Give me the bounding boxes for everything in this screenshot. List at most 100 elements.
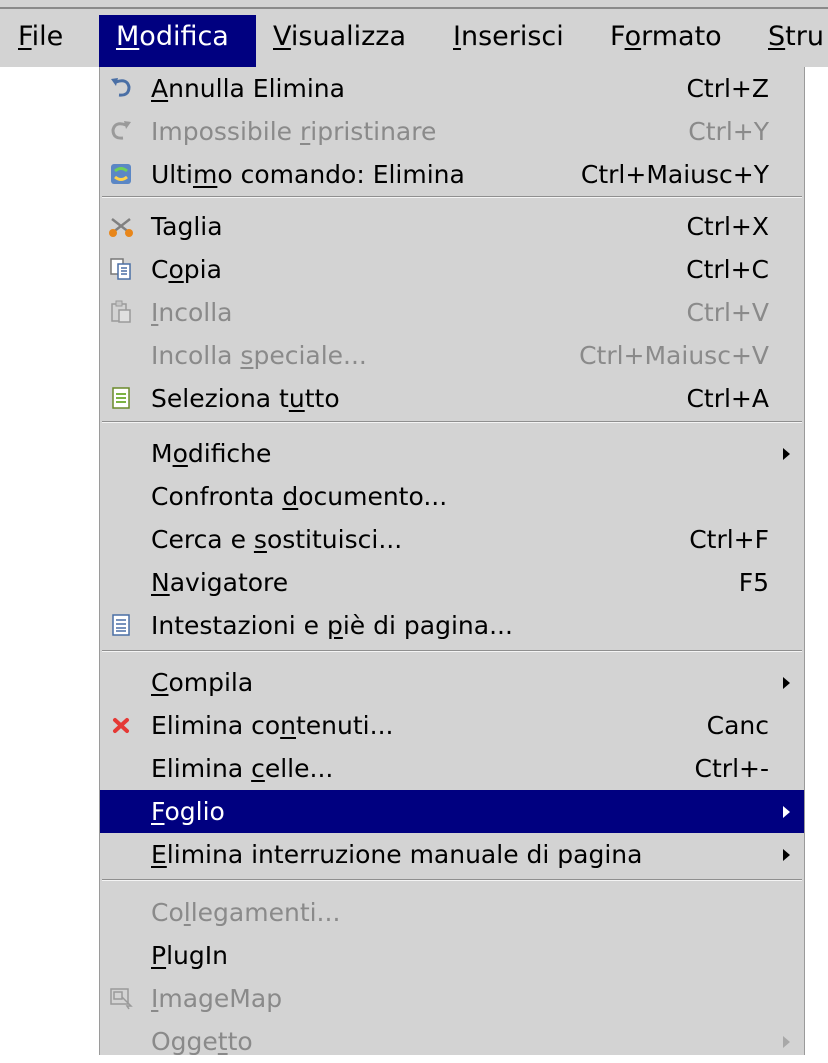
item-shortcut: Ctrl+X — [686, 212, 769, 241]
item-shortcut: Ctrl+Maiusc+V — [579, 341, 769, 370]
menu-separator — [102, 421, 802, 423]
menu-visualizza[interactable]: Visualizza — [256, 15, 436, 67]
menu-item-imagemap[interactable]: ImageMap — [100, 977, 804, 1020]
item-label: Ogge — [151, 1027, 218, 1056]
repeat-icon — [108, 161, 134, 187]
menu-mnemonic: S — [768, 21, 786, 52]
item-mnemonic: F — [151, 797, 165, 826]
menu-item-intestazioni[interactable]: Intestazioni e piè di pagina... — [100, 604, 804, 647]
copy-icon — [108, 256, 134, 282]
item-shortcut: Ctrl+A — [686, 384, 769, 413]
item-label: legamenti... — [190, 898, 341, 927]
undo-icon — [108, 75, 134, 101]
item-label: iè di pagina... — [342, 611, 513, 640]
item-label: Elimina co — [151, 711, 281, 740]
menu-item-cerca-sostituisci[interactable]: Cerca e sostituisci... Ctrl+F — [100, 518, 804, 561]
imagemap-icon — [108, 985, 134, 1011]
item-mnemonic: C — [151, 668, 169, 697]
item-shortcut: Canc — [706, 711, 769, 740]
item-shortcut: Ctrl+Z — [686, 74, 769, 103]
item-mnemonic: d — [282, 482, 299, 511]
submenu-arrow-icon — [783, 849, 790, 861]
menu-file[interactable]: File — [0, 15, 99, 67]
submenu-arrow-icon — [783, 1036, 790, 1048]
item-label: limina interruzione manuale di pagina — [166, 840, 643, 869]
menu-strumenti[interactable]: Stru — [751, 15, 828, 67]
item-label: M — [151, 439, 173, 468]
submenu-arrow-icon — [783, 806, 790, 818]
item-shortcut: Ctrl+Maiusc+Y — [580, 160, 769, 189]
item-mnemonic: E — [151, 840, 167, 869]
menu-item-oggetto[interactable]: Oggetto — [100, 1020, 804, 1063]
menu-label: nserisci — [460, 21, 564, 52]
item-mnemonic: t — [217, 1027, 228, 1056]
item-mnemonic: l — [183, 898, 191, 927]
item-shortcut: Ctrl+V — [686, 298, 769, 327]
header-footer-icon — [108, 612, 134, 638]
item-label: Elimina — [151, 754, 252, 783]
menu-item-ultimo-comando[interactable]: Ultimo comando: Elimina Ctrl+Maiusc+Y — [100, 153, 804, 196]
menu-item-elimina-interruzione[interactable]: Elimina interruzione manuale di pagina — [100, 833, 804, 876]
item-label: C — [151, 255, 169, 284]
item-label: nnulla Elimina — [168, 74, 345, 103]
item-label: elle... — [264, 754, 334, 783]
submenu-arrow-icon — [783, 677, 790, 689]
menu-mnemonic: I — [453, 21, 461, 52]
menu-item-incolla[interactable]: Incolla Ctrl+V — [100, 291, 804, 334]
item-shortcut: Ctrl+- — [694, 754, 769, 783]
menu-item-copia[interactable]: Copia Ctrl+C — [100, 248, 804, 291]
item-label: lugIn — [166, 941, 228, 970]
menu-inserisci[interactable]: Inserisci — [436, 15, 596, 67]
item-label: ompila — [168, 668, 254, 697]
item-label: tto — [304, 384, 340, 413]
menu-separator — [102, 650, 802, 652]
menu-item-annulla[interactable]: Annulla Elimina Ctrl+Z — [100, 67, 804, 110]
item-mnemonic: N — [151, 568, 170, 597]
item-mnemonic: r — [299, 117, 311, 146]
item-shortcut: F5 — [738, 568, 769, 597]
item-label: ocumento... — [298, 482, 448, 511]
menu-item-seleziona-tutto[interactable]: Seleziona tutto Ctrl+A — [100, 377, 804, 420]
item-label: Incolla — [151, 341, 241, 370]
menu-item-confronta-documento[interactable]: Confronta documento... — [100, 475, 804, 518]
delete-x-icon — [108, 712, 134, 738]
menu-separator — [102, 196, 802, 198]
select-all-icon — [108, 385, 134, 411]
item-label: pia — [183, 255, 222, 284]
menu-bar-top-border — [0, 7, 828, 9]
menu-label: ile — [31, 21, 64, 52]
item-shortcut: Ctrl+F — [689, 525, 769, 554]
menu-item-elimina-contenuti[interactable]: Elimina contenuti... Canc — [100, 704, 804, 747]
menu-item-modifiche[interactable]: Modifiche — [100, 432, 804, 475]
menu-formato[interactable]: Formato — [596, 15, 751, 67]
paste-icon — [108, 299, 134, 325]
item-mnemonic: A — [151, 74, 169, 103]
item-label: difiche — [187, 439, 272, 468]
menu-label: odifica — [139, 21, 229, 52]
item-label: Seleziona t — [151, 384, 289, 413]
menu-item-compila[interactable]: Compila — [100, 661, 804, 704]
item-mnemonic: c — [251, 754, 265, 783]
scissors-icon — [108, 213, 134, 239]
item-label: o comando: Elimina — [217, 160, 465, 189]
menu-modifica[interactable]: Modifica — [99, 15, 256, 67]
item-shortcut: Ctrl+Y — [688, 117, 769, 146]
menu-item-elimina-celle[interactable]: Elimina celle... Ctrl+- — [100, 747, 804, 790]
menu-item-ripristina[interactable]: Impossibile ripristinare Ctrl+Y — [100, 110, 804, 153]
item-label: Ulti — [151, 160, 193, 189]
menu-item-plugin[interactable]: PlugIn — [100, 934, 804, 977]
item-mnemonic: p — [326, 611, 343, 640]
item-label: Taglia — [151, 212, 223, 241]
redo-icon — [108, 118, 134, 144]
menu-item-incolla-speciale[interactable]: Incolla speciale... Ctrl+Maiusc+V — [100, 334, 804, 377]
menu-label: rmato — [641, 21, 722, 52]
item-label: Intestazioni e — [151, 611, 327, 640]
item-mnemonic: o — [168, 255, 184, 284]
menu-item-collegamenti[interactable]: Collegamenti... — [100, 891, 804, 934]
menu-item-taglia[interactable]: Taglia Ctrl+X — [100, 205, 804, 248]
menu-separator — [102, 879, 802, 881]
item-shortcut: Ctrl+C — [686, 255, 769, 284]
item-label: ipristinare — [310, 117, 437, 146]
menu-item-navigatore[interactable]: Navigatore F5 — [100, 561, 804, 604]
menu-item-foglio[interactable]: Foglio — [100, 790, 804, 833]
